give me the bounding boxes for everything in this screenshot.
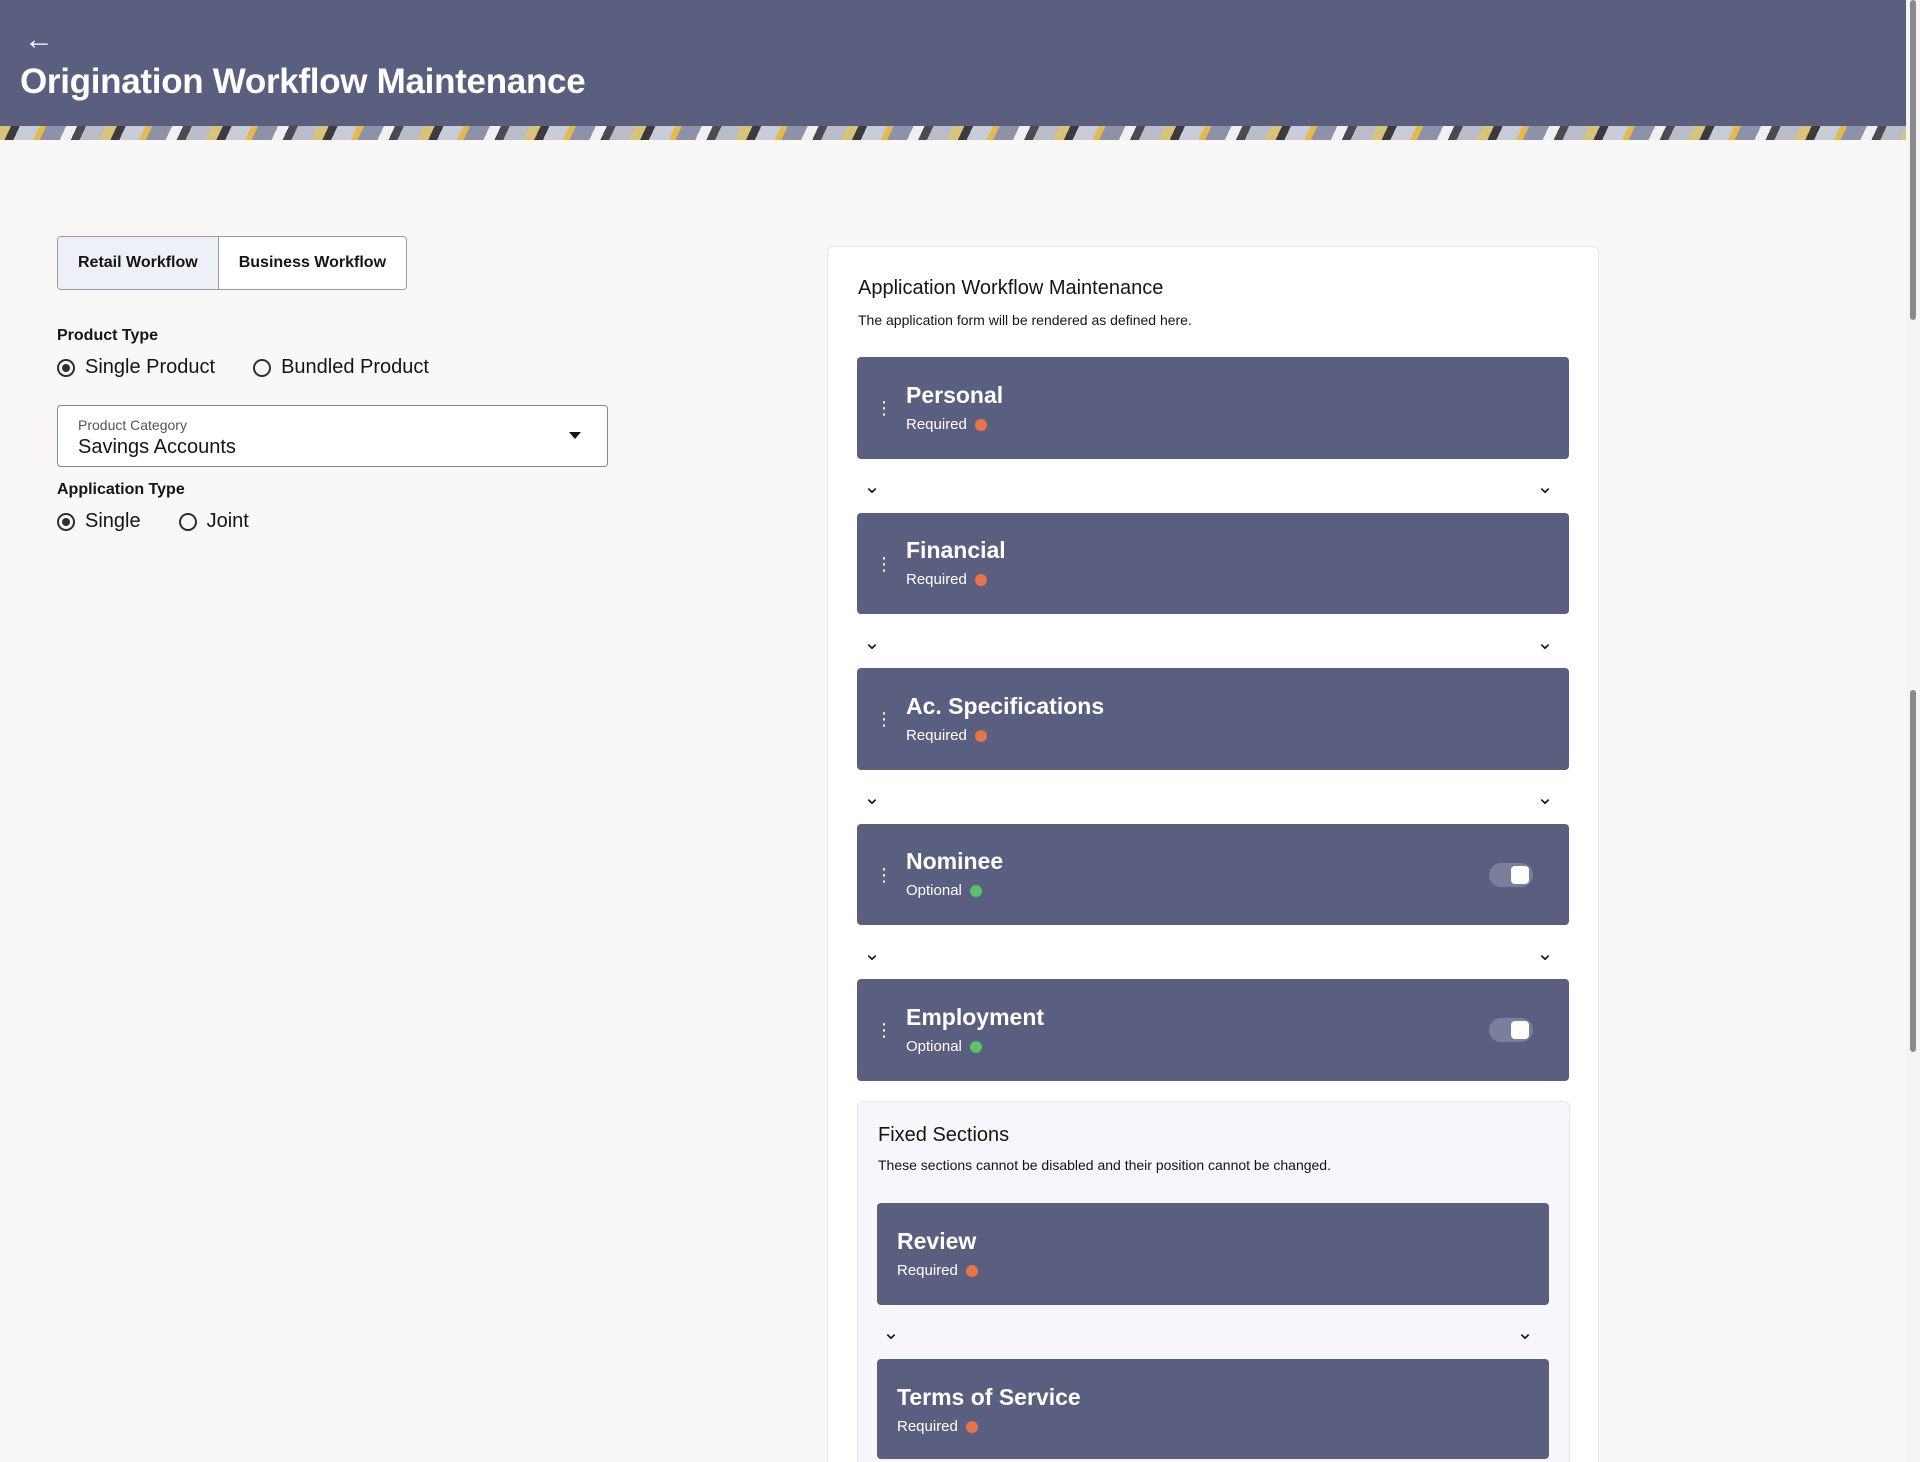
chevron-double-down-icon[interactable]: ⌄	[1533, 785, 1557, 809]
status-dot	[969, 884, 982, 897]
status-dot	[974, 573, 987, 586]
drag-handle-icon[interactable]: ⋮	[875, 710, 893, 728]
section-card-ac-specifications[interactable]: ⋮ Ac. Specifications Required	[857, 668, 1569, 770]
drag-handle-icon[interactable]: ⋮	[875, 555, 893, 573]
radio-label: Joint	[206, 510, 249, 532]
status-dot	[965, 1420, 978, 1433]
section-title: Employment	[906, 1004, 1045, 1030]
status-dot	[969, 1040, 982, 1053]
scrollbar-thumb-top[interactable]	[1910, 0, 1916, 320]
page-header: ← Origination Workflow Maintenance	[0, 0, 1906, 140]
radio-label: Bundled Product	[281, 356, 429, 378]
chevron-double-down-icon[interactable]: ⌄	[879, 1320, 903, 1344]
status-label: Required	[906, 571, 967, 588]
fixed-sections-title: Fixed Sections	[878, 1124, 1010, 1146]
section-title: Ac. Specifications	[906, 693, 1105, 719]
status-badge: Required	[897, 1418, 978, 1435]
tab-business-workflow[interactable]: Business Workflow	[218, 237, 407, 289]
enable-toggle[interactable]	[1489, 862, 1533, 887]
back-arrow-icon[interactable]: ←	[24, 24, 56, 56]
panel-title: Application Workflow Maintenance	[858, 277, 1164, 299]
chevron-double-down-icon[interactable]: ⌄	[860, 941, 884, 965]
status-dot	[965, 1264, 978, 1277]
status-dot	[974, 418, 987, 431]
section-card-financial[interactable]: ⋮ Financial Required	[857, 513, 1569, 614]
status-label: Required	[906, 727, 967, 744]
section-title: Financial	[906, 537, 1006, 563]
status-label: Required	[897, 1262, 958, 1279]
chevron-double-down-icon[interactable]: ⌄	[1533, 474, 1557, 498]
radio-option-bundled-product[interactable]: Bundled Product	[253, 356, 429, 379]
application-type-radio-group: Single Joint	[57, 510, 249, 533]
status-label: Optional	[906, 882, 962, 899]
tab-retail-workflow[interactable]: Retail Workflow	[58, 237, 219, 289]
radio-option-joint[interactable]: Joint	[178, 510, 249, 533]
radio-label: Single	[85, 510, 141, 532]
page-title: Origination Workflow Maintenance	[20, 62, 586, 101]
section-title: Personal	[906, 382, 1004, 408]
fixed-section-card-terms-of-service: Terms of Service Required	[877, 1359, 1549, 1459]
status-badge: Optional	[906, 882, 982, 899]
chevron-double-down-icon[interactable]: ⌄	[860, 630, 884, 654]
status-badge: Required	[906, 416, 987, 433]
status-badge: Required	[897, 1262, 978, 1279]
header-banner-pattern	[0, 126, 1906, 140]
product-type-label: Product Type	[57, 327, 159, 344]
section-card-personal[interactable]: ⋮ Personal Required	[857, 357, 1569, 459]
fixed-sections-subtitle: These sections cannot be disabled and th…	[878, 1157, 1331, 1173]
chevron-double-down-icon[interactable]: ⌄	[1533, 630, 1557, 654]
radio-button-checked[interactable]	[57, 512, 75, 531]
status-badge: Required	[906, 571, 987, 588]
status-label: Required	[906, 416, 967, 433]
chevron-double-down-icon[interactable]: ⌄	[860, 474, 884, 498]
section-card-employment[interactable]: ⋮ Employment Optional	[857, 979, 1569, 1081]
fixed-section-card-review: Review Required	[877, 1203, 1549, 1305]
application-type-label: Application Type	[57, 481, 185, 498]
section-title: Nominee	[906, 848, 1004, 874]
status-dot	[974, 729, 987, 742]
chevron-double-down-icon[interactable]: ⌄	[860, 785, 884, 809]
enable-toggle[interactable]	[1489, 1018, 1533, 1042]
radio-option-single[interactable]: Single	[57, 510, 141, 533]
drag-handle-icon[interactable]: ⋮	[875, 399, 893, 417]
workflow-tabs: Retail Workflow Business Workflow	[57, 236, 408, 290]
product-type-radio-group: Single Product Bundled Product	[57, 356, 429, 379]
status-badge: Optional	[906, 1038, 982, 1055]
section-title: Review	[897, 1228, 977, 1254]
status-badge: Required	[906, 727, 987, 744]
status-label: Required	[897, 1418, 958, 1435]
select-value: Savings Accounts	[78, 436, 236, 458]
scrollbar-thumb[interactable]	[1910, 690, 1916, 1052]
chevron-double-down-icon[interactable]: ⌄	[1533, 941, 1557, 965]
radio-button-checked[interactable]	[57, 358, 75, 377]
caret-down-icon	[569, 432, 581, 439]
status-label: Optional	[906, 1038, 962, 1055]
product-category-select[interactable]: Product Category Savings Accounts	[57, 405, 608, 467]
panel-subtitle: The application form will be rendered as…	[858, 312, 1192, 328]
drag-handle-icon[interactable]: ⋮	[875, 1021, 893, 1039]
section-card-nominee[interactable]: ⋮ Nominee Optional	[857, 824, 1569, 925]
drag-handle-icon[interactable]: ⋮	[875, 866, 893, 884]
radio-option-single-product[interactable]: Single Product	[57, 356, 215, 379]
radio-button[interactable]	[178, 512, 197, 531]
page-scrollbar[interactable]	[1906, 0, 1920, 1462]
radio-label: Single Product	[85, 356, 216, 378]
section-title: Terms of Service	[897, 1384, 1081, 1410]
select-label: Product Category	[78, 417, 187, 433]
radio-button[interactable]	[253, 358, 272, 377]
chevron-double-down-icon[interactable]: ⌄	[1513, 1320, 1537, 1344]
